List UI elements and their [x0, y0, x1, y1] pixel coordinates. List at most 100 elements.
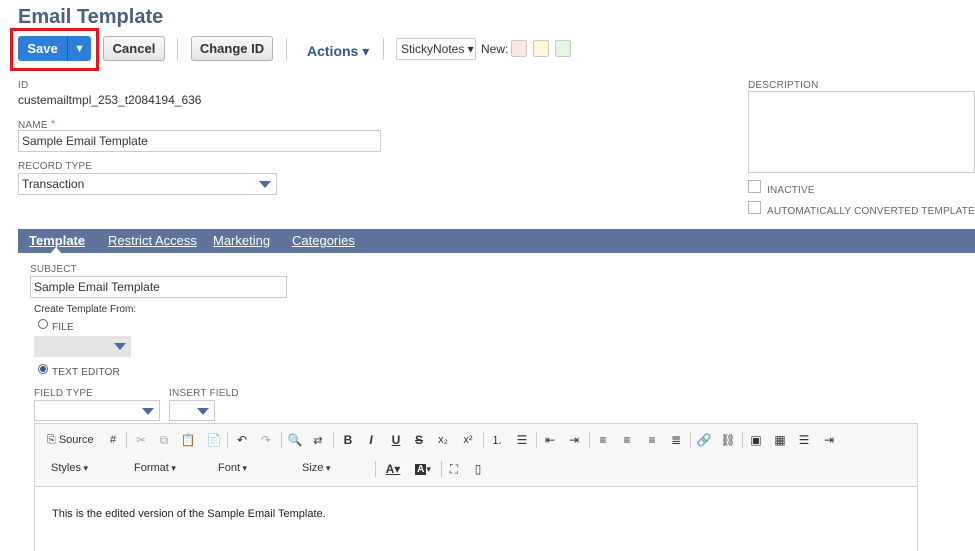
- tab-template[interactable]: Template: [29, 233, 85, 248]
- file-select[interactable]: [34, 336, 131, 357]
- text-editor-radio[interactable]: [38, 364, 48, 374]
- toolbar-separator: [126, 432, 127, 448]
- paste-icon[interactable]: 📋: [181, 432, 196, 448]
- editor-content[interactable]: This is the edited version of the Sample…: [52, 508, 326, 520]
- dropdown-arrow-icon: [114, 343, 126, 350]
- name-input[interactable]: Sample Email Template: [18, 130, 381, 152]
- size-dropdown[interactable]: Size: [302, 462, 368, 474]
- toolbar-separator: [536, 432, 537, 448]
- find-icon[interactable]: 🔍: [288, 432, 303, 448]
- insert-field-select[interactable]: [169, 400, 215, 421]
- toolbar-separator: [742, 432, 743, 448]
- toolbar-separator: [375, 461, 376, 477]
- new-green-note-swatch[interactable]: [555, 40, 571, 57]
- dropdown-arrow-icon: [259, 181, 271, 188]
- record-type-label: RECORD TYPE: [18, 161, 93, 172]
- auto-converted-checkbox[interactable]: [748, 201, 761, 214]
- cut-icon[interactable]: ✂: [134, 432, 148, 448]
- tab-marketing[interactable]: Marketing: [213, 233, 270, 248]
- align-left-icon[interactable]: ≡: [596, 432, 610, 448]
- toolbar-separator: [589, 432, 590, 448]
- toolbar-separator: [333, 432, 334, 448]
- table-icon[interactable]: ▦: [773, 432, 787, 448]
- required-marker: *: [50, 117, 56, 131]
- tab-restrict-access[interactable]: Restrict Access: [108, 233, 197, 248]
- save-menu-arrow-icon[interactable]: ▼: [68, 36, 91, 61]
- link-icon[interactable]: 🔗: [697, 432, 712, 448]
- numbered-list-icon[interactable]: ⒈: [490, 432, 504, 448]
- new-note-label: New:: [481, 42, 509, 56]
- toolbar-separator: [281, 432, 282, 448]
- redo-icon[interactable]: ↷: [259, 432, 273, 448]
- align-center-icon[interactable]: ≡: [620, 432, 634, 448]
- description-textarea[interactable]: [748, 91, 975, 173]
- maximize-icon[interactable]: ⛶: [447, 461, 461, 477]
- font-dropdown[interactable]: Font: [218, 462, 284, 474]
- page-title: Email Template: [18, 6, 164, 28]
- source-icon: ⎘: [47, 433, 56, 446]
- toolbar-separator: [286, 38, 287, 60]
- save-button[interactable]: Save: [18, 36, 68, 61]
- background-color-icon[interactable]: A ▾: [411, 461, 435, 477]
- templates-icon[interactable]: #: [106, 432, 120, 448]
- inactive-label: INACTIVE: [767, 185, 815, 196]
- format-dropdown[interactable]: Format: [134, 462, 200, 474]
- create-from-label: Create Template From:: [34, 304, 137, 315]
- name-label: NAME *: [18, 117, 56, 131]
- active-tab-pointer-icon: [50, 247, 62, 254]
- decrease-indent-icon[interactable]: ⇤: [543, 432, 557, 448]
- id-label: ID: [18, 80, 29, 91]
- copy-icon[interactable]: ⧉: [157, 432, 171, 448]
- record-type-select[interactable]: Transaction: [18, 173, 277, 195]
- actions-menu[interactable]: Actions ▾: [307, 43, 369, 60]
- tab-categories[interactable]: Categories: [292, 233, 355, 248]
- save-button-group[interactable]: Save ▼: [18, 36, 91, 61]
- strikethrough-icon[interactable]: S: [412, 432, 426, 448]
- toolbar-separator: [227, 432, 228, 448]
- toolbar-separator: [483, 432, 484, 448]
- show-blocks-icon[interactable]: ▯: [471, 461, 485, 477]
- unlink-icon[interactable]: ⛓: [720, 432, 735, 448]
- replace-icon[interactable]: ⇄: [311, 432, 325, 448]
- italic-icon[interactable]: I: [364, 432, 378, 448]
- subject-input[interactable]: Sample Email Template: [30, 276, 287, 298]
- toolbar-separator: [177, 38, 178, 60]
- horizontal-line-icon[interactable]: ☰: [797, 432, 811, 448]
- field-type-label: FIELD TYPE: [34, 388, 94, 399]
- toolbar-separator: [690, 432, 691, 448]
- superscript-icon[interactable]: x²: [461, 432, 475, 448]
- justify-icon[interactable]: ≣: [669, 432, 683, 448]
- auto-converted-label: AUTOMATICALLY CONVERTED TEMPLATE: [767, 206, 975, 217]
- change-id-button[interactable]: Change ID: [191, 36, 273, 61]
- dropdown-arrow-icon: [142, 408, 154, 415]
- subject-label: SUBJECT: [30, 264, 77, 275]
- stickynotes-dropdown[interactable]: StickyNotes ▾: [396, 38, 476, 60]
- bulleted-list-icon[interactable]: ☰: [515, 432, 529, 448]
- undo-icon[interactable]: ↶: [235, 432, 249, 448]
- subscript-icon[interactable]: x₂: [436, 432, 450, 448]
- new-pink-note-swatch[interactable]: [511, 40, 527, 57]
- insert-field-label: INSERT FIELD: [169, 388, 239, 399]
- dropdown-arrow-icon: [197, 408, 209, 415]
- file-radio[interactable]: [38, 319, 48, 329]
- paste-text-icon[interactable]: 📄: [207, 432, 222, 448]
- styles-dropdown[interactable]: Styles: [51, 462, 117, 474]
- increase-indent-icon[interactable]: ⇥: [567, 432, 581, 448]
- underline-icon[interactable]: U: [389, 432, 403, 448]
- id-value: custemailtmpl_253_t2084194_636: [18, 93, 202, 107]
- inactive-checkbox[interactable]: [748, 180, 761, 193]
- image-icon[interactable]: ▣: [749, 432, 763, 448]
- text-color-icon[interactable]: A▾: [382, 461, 404, 477]
- record-type-value: Transaction: [22, 177, 85, 191]
- bold-icon[interactable]: B: [341, 432, 355, 448]
- source-label: Source: [58, 434, 94, 446]
- source-button[interactable]: ⎘ Source: [47, 432, 94, 448]
- text-editor-label: TEXT EDITOR: [52, 367, 120, 378]
- align-right-icon[interactable]: ≡: [645, 432, 659, 448]
- field-type-select[interactable]: [34, 400, 160, 421]
- cancel-button[interactable]: Cancel: [103, 36, 165, 61]
- page-break-icon[interactable]: ⇥: [822, 432, 836, 448]
- new-yellow-note-swatch[interactable]: [533, 40, 549, 57]
- toolbar-separator: [383, 38, 384, 60]
- description-label: DESCRIPTION: [748, 80, 819, 91]
